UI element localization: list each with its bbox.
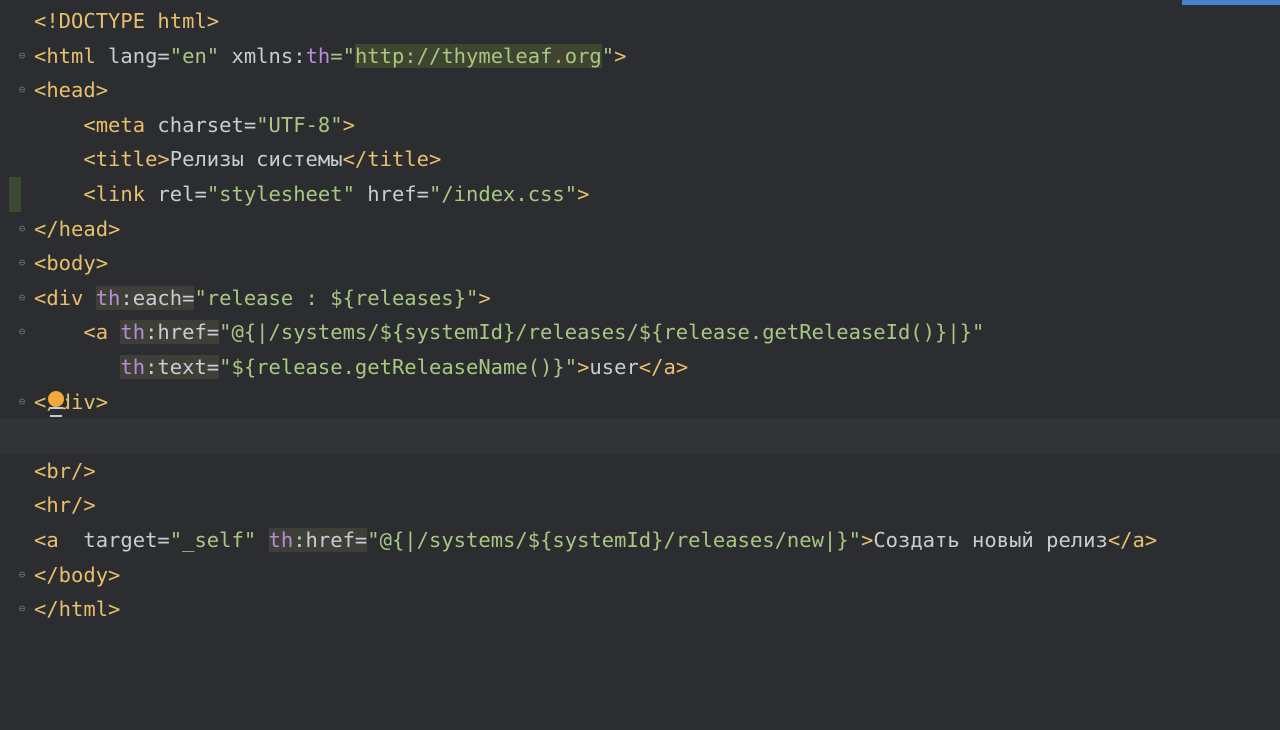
fold-icon[interactable]: ⊖ — [16, 291, 28, 304]
fold-icon[interactable]: ⊖ — [16, 568, 28, 581]
namespace-token: th — [268, 527, 294, 552]
tag-token: <div — [34, 285, 96, 310]
namespace-token: th — [95, 285, 121, 310]
tag-token: > — [614, 43, 627, 68]
attr-token: :each= — [120, 285, 195, 310]
doctype-token: <!DOCTYPE html> — [34, 9, 220, 33]
tag-token: <title> — [34, 147, 170, 172]
string-token: " — [601, 43, 615, 68]
code-line-11[interactable]: th:text="${release.getReleaseName()}">us… — [0, 350, 1280, 385]
tag-token: </a> — [638, 354, 689, 379]
lightbulb-icon[interactable] — [48, 390, 64, 407]
code-line-16[interactable]: <a target="_self" th:href="@{|/systems/$… — [0, 523, 1280, 558]
code-line-2[interactable]: ⊖ <html lang="en" xmlns:th="http://thyme… — [0, 39, 1280, 74]
code-line-9[interactable]: ⊖ <div th:each="release : ${releases}"> — [0, 281, 1280, 316]
code-line-12[interactable]: ⊖ </div> — [0, 385, 1280, 420]
text-token: Релизы системы — [169, 147, 343, 172]
attr-token: lang= — [95, 43, 170, 68]
indent-token — [34, 355, 120, 379]
tag-token: <body> — [34, 251, 109, 276]
code-line-7[interactable]: ⊖ </head> — [0, 212, 1280, 247]
string-token: "UTF-8" — [256, 112, 343, 137]
string-token: "_self" — [169, 527, 257, 552]
code-line-1[interactable]: <!DOCTYPE html> — [0, 4, 1280, 39]
url-link[interactable]: http://thymeleaf.org — [354, 43, 602, 68]
tag-token: > — [577, 354, 590, 379]
tag-token: > — [342, 112, 355, 137]
string-token: =" — [330, 43, 355, 68]
code-line-10[interactable]: ⊖ <a th:href="@{|/systems/${systemId}/re… — [0, 315, 1280, 350]
string-token: "@{|/systems/${systemId}/releases/new|}" — [367, 527, 861, 552]
code-lines: <!DOCTYPE html> ⊖ <html lang="en" xmlns:… — [0, 4, 1280, 627]
tag-token: </html> — [34, 597, 121, 622]
string-token: "${release.getReleaseName()}" — [219, 354, 578, 379]
attr-token: rel= — [145, 181, 207, 206]
fold-icon[interactable]: ⊖ — [16, 326, 28, 338]
fold-icon[interactable]: ⊖ — [16, 49, 28, 62]
namespace-token: th — [305, 43, 331, 68]
change-marker[interactable] — [9, 176, 21, 212]
tag-token: </head> — [34, 216, 121, 241]
tag-token: <link — [34, 181, 146, 206]
tag-token: <head> — [34, 78, 109, 103]
tag-token: </a> — [1107, 527, 1158, 552]
string-token: "stylesheet" — [206, 181, 355, 206]
tag-token: </body> — [34, 562, 121, 587]
text-token: Создать новый релиз — [873, 527, 1108, 552]
tag-token: <a — [34, 320, 121, 345]
attr-token: :href= — [145, 320, 220, 345]
code-line-5[interactable]: <title>Релизы системы</title> — [0, 142, 1280, 177]
code-line-15[interactable]: <hr/> — [0, 488, 1280, 523]
fold-icon[interactable]: ⊖ — [16, 257, 28, 269]
code-line-13[interactable] — [0, 419, 1280, 454]
code-line-14[interactable]: <br/> — [0, 454, 1280, 489]
attr-token: xmlns: — [219, 43, 306, 68]
tag-token: <br/> — [34, 458, 96, 483]
code-line-17[interactable]: ⊖ </body> — [0, 558, 1280, 593]
tag-token: < — [34, 389, 47, 414]
attr-token: charset= — [145, 112, 257, 137]
attr-token: :href= — [293, 527, 368, 552]
code-line-6[interactable]: <link rel="stylesheet" href="/index.css"… — [0, 176, 1280, 212]
intention-actions-icon — [50, 406, 62, 417]
tag-token: <html — [34, 43, 96, 68]
attr-token: :text= — [145, 354, 220, 379]
attr-token: target= — [58, 527, 170, 552]
string-token: "release : ${releases}" — [194, 285, 479, 310]
fold-icon[interactable]: ⊖ — [16, 84, 28, 96]
string-token: "en" — [169, 43, 220, 68]
namespace-token: th — [120, 320, 146, 345]
attr-token: href= — [354, 181, 429, 206]
tag-token: <a — [34, 527, 59, 552]
tag-token: > — [860, 527, 874, 552]
tag-token: </title> — [342, 147, 442, 172]
tag-token: <hr/> — [34, 493, 96, 518]
code-line-3[interactable]: ⊖ <head> — [0, 73, 1280, 108]
code-line-18[interactable]: ⊖ </html> — [0, 592, 1280, 627]
tag-token: > — [577, 181, 590, 206]
string-token: "/index.css" — [428, 181, 578, 206]
tag-token: <meta — [34, 112, 146, 137]
code-line-8[interactable]: ⊖ <body> — [0, 246, 1280, 281]
fold-icon[interactable]: ⊖ — [16, 603, 28, 615]
tag-token: > — [478, 285, 491, 310]
code-editor[interactable]: <!DOCTYPE html> ⊖ <html lang="en" xmlns:… — [0, 0, 1280, 626]
fold-icon[interactable]: ⊖ — [16, 222, 28, 235]
string-token: "@{|/systems/${systemId}/releases/${rele… — [219, 320, 985, 345]
namespace-token: th — [120, 354, 146, 379]
fold-icon[interactable]: ⊖ — [16, 395, 28, 408]
code-line-4[interactable]: <meta charset="UTF-8"> — [0, 108, 1280, 143]
text-token: user — [589, 354, 639, 379]
